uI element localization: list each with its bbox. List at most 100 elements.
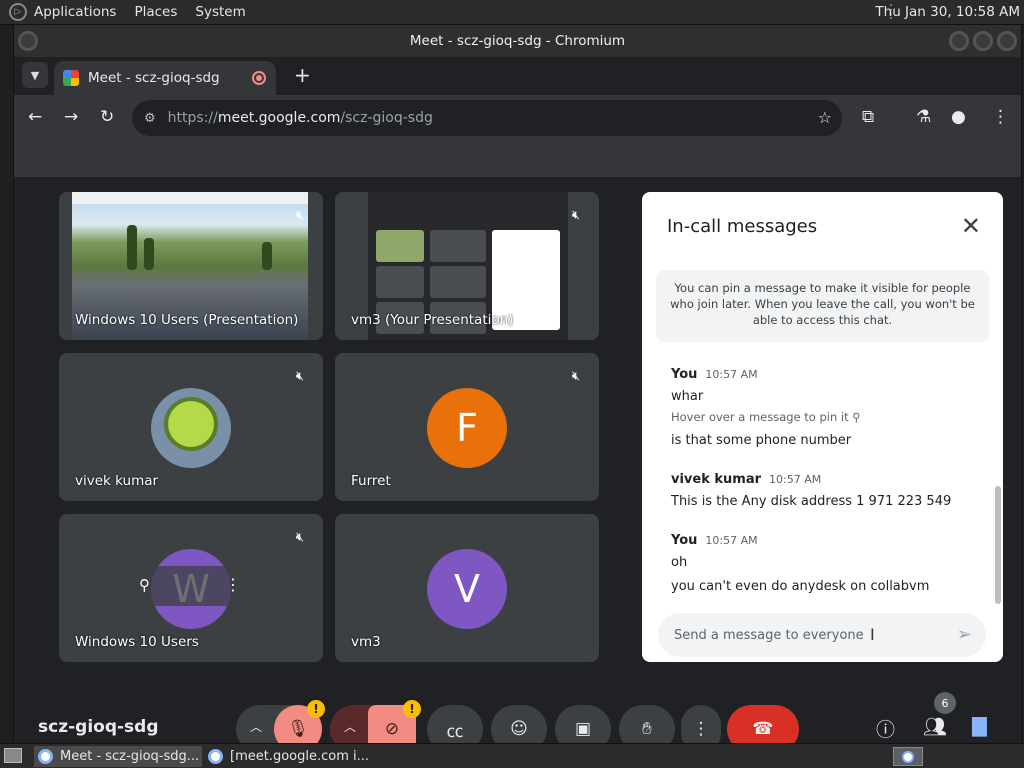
profile-avatar-icon[interactable]: ● [951, 107, 966, 127]
chromium-icon [208, 749, 223, 764]
tile-windows10-presentation[interactable]: 🔇︎ Windows 10 Users (Presentation) [59, 192, 323, 340]
chromium-icon [38, 749, 53, 764]
window-title: Meet - scz-gioq-sdg - Chromium [409, 33, 626, 49]
message-time: 10:57 AM [705, 534, 758, 547]
url-prefix: https:// [167, 110, 218, 126]
system-top-bar: ▷ Applications Places System Thu Jan 30,… [0, 0, 1024, 25]
people-icon[interactable]: 👥︎ [923, 715, 947, 738]
message-time: 10:57 AM [769, 473, 822, 486]
message-header: You 10:57 AM [671, 367, 758, 382]
tree-shape [144, 238, 154, 270]
mic-off-icon: 🔇︎ [571, 368, 581, 384]
menu-system[interactable]: System [195, 4, 245, 20]
tile-windows10-users[interactable]: W ⚲ ⋮ 🔇︎ Windows 10 Users [59, 514, 323, 662]
maximize-icon[interactable] [973, 31, 993, 51]
task-label: Meet - scz-gioq-sdg... [60, 749, 200, 764]
tile-name: Windows 10 Users (Presentation) [75, 312, 299, 328]
window-titlebar[interactable]: Meet - scz-gioq-sdg - Chromium [14, 25, 1021, 57]
menu-applications[interactable]: Applications [34, 4, 116, 20]
window-menu-icon[interactable] [18, 31, 38, 51]
bookmark-star-icon[interactable]: ☆ [818, 108, 832, 127]
chat-message[interactable]: oh [671, 555, 687, 570]
chevron-up-icon[interactable]: ︿ [344, 718, 356, 735]
system-clock[interactable]: Thu Jan 30, 10:58 AM [875, 4, 1020, 20]
forward-arrow-icon[interactable]: → [64, 107, 78, 127]
tile-vm3[interactable]: V vm3 [335, 514, 599, 662]
chromium-icon [902, 750, 914, 763]
tile-name: vm3 [351, 634, 381, 650]
text-cursor-icon: I [870, 625, 875, 644]
close-chat-icon[interactable]: ✕ [961, 212, 981, 240]
address-bar[interactable]: ⚙ https://meet.google.com/scz-gioq-sdg ☆ [132, 100, 842, 136]
tree-shape [127, 225, 137, 270]
back-arrow-icon[interactable]: ← [28, 107, 42, 127]
pin-notice: You can pin a message to make it visible… [656, 270, 989, 342]
extensions-puzzle-icon[interactable]: ⧉ [862, 107, 874, 127]
site-info-icon[interactable]: ⚙ [144, 111, 156, 126]
tile-name: Furret [351, 473, 391, 489]
meet-call-area: 🔇︎ Windows 10 Users (Presentation) 🔇︎ vm… [14, 177, 1021, 753]
tile-name: vm3 (Your Presentation) [351, 312, 514, 328]
bookmark-bar [14, 141, 1021, 177]
pin-icon[interactable]: ⚲ [852, 410, 860, 424]
task-meet-popup[interactable]: [meet.google.com i... [204, 746, 374, 767]
tree-shape [262, 242, 272, 270]
avatar: F [427, 388, 507, 468]
in-call-messages-panel: In-call messages ✕ You can pin a message… [642, 192, 1003, 662]
avatar: V [427, 549, 507, 629]
browser-window: Meet - scz-gioq-sdg - Chromium ▼ Meet - … [13, 25, 1022, 753]
tile-name: Windows 10 Users [75, 634, 199, 650]
reload-icon[interactable]: ↻ [100, 107, 114, 127]
chat-message[interactable]: you can't even do anydesk on collabvm [671, 579, 929, 594]
kebab-icon: ⋮ [692, 719, 710, 739]
chat-message-input[interactable]: Send a message to everyone I ➢ [658, 613, 986, 657]
captions-icon: ㏄ [446, 721, 464, 742]
mic-warning-icon: ! [307, 700, 325, 718]
url-host: meet.google.com [217, 110, 341, 126]
pin-icon[interactable]: ⚲ [139, 576, 150, 594]
tile-name: vivek kumar [75, 473, 159, 489]
taskbar: Meet - scz-gioq-sdg... [meet.google.com … [0, 743, 1024, 768]
people-count-badge: 6 [934, 692, 956, 714]
video-window-bar [72, 192, 308, 204]
mic-off-icon: 🔇︎ [295, 529, 305, 545]
workspace-switcher[interactable] [893, 747, 923, 766]
meet-favicon-icon [63, 70, 79, 86]
recording-icon [252, 71, 266, 85]
mic-off-icon: 🔇︎ [295, 207, 305, 223]
more-options-icon[interactable]: ⋮ [225, 575, 241, 594]
tab-meet[interactable]: Meet - scz-gioq-sdg [54, 61, 276, 95]
new-tab-plus-icon[interactable]: + [294, 63, 311, 87]
tile-furret[interactable]: F 🔇︎ Furret [335, 353, 599, 501]
mic-off-icon: 🔇︎ [295, 368, 305, 384]
tile-vm3-presentation[interactable]: 🔇︎ vm3 (Your Presentation) [335, 192, 599, 340]
tab-strip: ▼ Meet - scz-gioq-sdg + [14, 57, 1021, 95]
labs-flask-icon[interactable]: ⚗ [916, 107, 931, 127]
meeting-code: scz-gioq-sdg [38, 717, 159, 737]
message-header: vivek kumar 10:57 AM [671, 472, 821, 487]
pin-hint-text: Hover over a message to pin it [671, 410, 849, 424]
chat-icon[interactable]: ▇ [972, 715, 987, 737]
chat-scrollbar[interactable] [995, 486, 1001, 604]
show-desktop-icon[interactable] [4, 748, 22, 763]
tab-search-chevron-icon[interactable]: ▼ [22, 62, 48, 88]
menu-places[interactable]: Places [134, 4, 177, 20]
message-time: 10:57 AM [705, 368, 758, 381]
task-meet-window[interactable]: Meet - scz-gioq-sdg... [34, 746, 202, 767]
meeting-details-info-icon[interactable]: ⓘ [876, 715, 895, 742]
send-icon[interactable]: ➢ [957, 624, 972, 645]
system-logo-icon[interactable]: ▷ [9, 3, 27, 21]
tab-title: Meet - scz-gioq-sdg [88, 70, 220, 86]
chat-message[interactable]: is that some phone number [671, 433, 851, 448]
message-sender: You [671, 367, 698, 382]
chat-message[interactable]: This is the Any disk address 1 971 223 5… [671, 494, 951, 509]
pin-hint: Hover over a message to pin it ⚲ [671, 410, 861, 424]
hand-icon: ✋︎ [642, 719, 652, 739]
chat-message[interactable]: whar [671, 389, 703, 404]
minimize-icon[interactable] [949, 31, 969, 51]
close-window-icon[interactable] [997, 31, 1017, 51]
tile-vivek-kumar[interactable]: 🔇︎ vivek kumar [59, 353, 323, 501]
browser-menu-kebab-icon[interactable]: ⋮ [992, 107, 1009, 127]
chevron-up-icon[interactable]: ︿ [250, 718, 262, 735]
present-screen-icon: ▣ [574, 719, 592, 739]
